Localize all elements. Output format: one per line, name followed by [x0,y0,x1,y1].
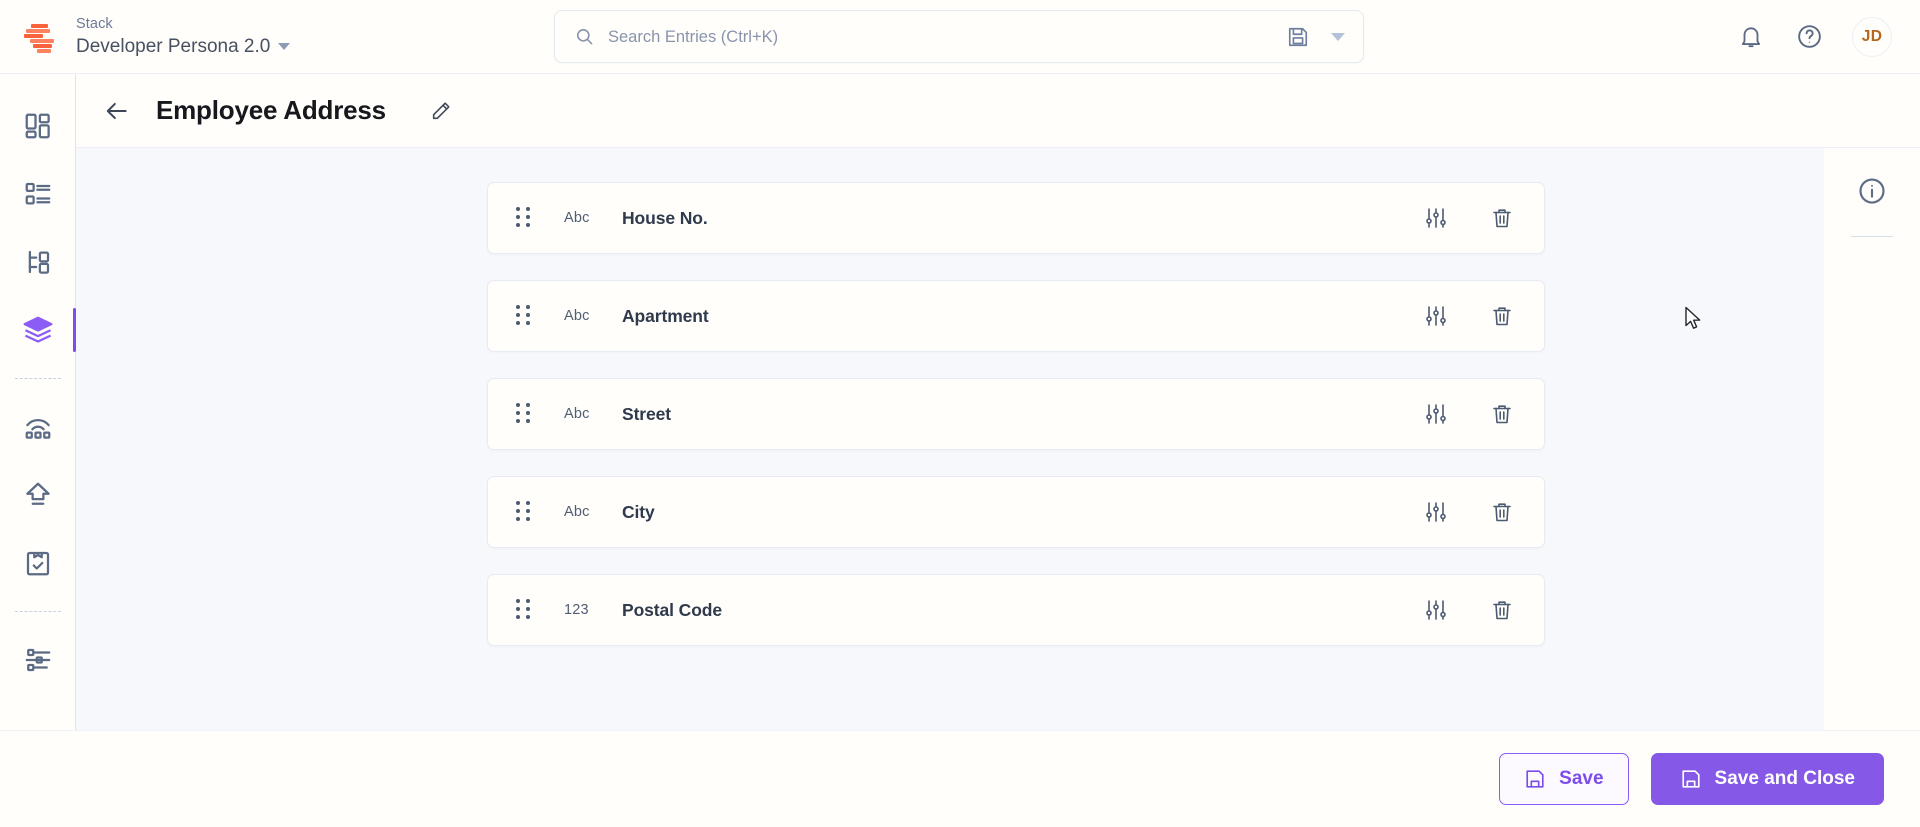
trash-icon[interactable] [1490,402,1514,426]
stack-selector[interactable]: Stack Developer Persona 2.0 [76,15,291,58]
field-type: Abc [564,308,590,324]
dashboard-grid-icon [25,113,50,139]
drag-handle-icon[interactable] [516,501,530,523]
sidebar [0,74,76,730]
right-panel [1824,148,1920,730]
right-panel-divider [1851,236,1893,237]
sliders-icon [25,648,50,672]
search-container: Search Entries (Ctrl+K) [554,10,1364,63]
field-name: Apartment [622,305,709,326]
top-actions: JD [1736,16,1920,57]
drag-handle-icon[interactable] [516,305,530,327]
footer-actions: Save Save and Close [0,730,1920,827]
sidebar-item-content-models[interactable] [0,228,76,296]
contentstack-logo [18,17,58,57]
sidebar-divider-1 [14,378,61,379]
floppy-disk-icon [1526,770,1544,788]
sliders-vertical-icon[interactable] [1424,598,1448,622]
drag-handle-icon[interactable] [516,403,530,425]
field-type: Abc [564,210,590,226]
floppy-disk-icon [1681,770,1700,788]
main-column: Employee Address Abc House No. Abc Apart… [76,74,1920,730]
row-actions [1424,206,1522,230]
save-and-close-button[interactable]: Save and Close [1650,753,1884,805]
trash-icon[interactable] [1490,598,1514,622]
sliders-vertical-icon[interactable] [1424,206,1448,230]
sidebar-divider-2 [14,611,61,612]
field-type: Abc [564,504,590,520]
app-root: Stack Developer Persona 2.0 Search Entri… [0,0,1920,827]
save-button-label: Save [1559,768,1604,789]
stack-name: Developer Persona 2.0 [76,35,271,57]
body: Employee Address Abc House No. Abc Apart… [0,74,1920,730]
sidebar-item-stacks[interactable] [0,296,76,364]
drag-handle-icon[interactable] [516,599,530,621]
help-button[interactable] [1794,22,1824,52]
logo-container[interactable] [0,0,76,74]
sidebar-item-releases[interactable] [0,461,76,529]
field-type: 123 [564,602,589,618]
chevron-down-icon[interactable] [278,42,291,50]
row-actions [1424,598,1522,622]
search-input[interactable]: Search Entries (Ctrl+K) [554,10,1364,63]
sliders-vertical-icon[interactable] [1424,304,1448,328]
saved-views-chevron-down-icon[interactable] [1331,32,1345,41]
help-circle-icon [1797,25,1821,48]
fields-content: Abc House No. Abc Apartment Abc Street A… [76,148,1824,730]
row-actions [1424,304,1522,328]
field-type: Abc [564,406,590,422]
floppy-disk-icon[interactable] [1287,26,1309,48]
sliders-vertical-icon[interactable] [1424,402,1448,426]
trash-icon[interactable] [1490,206,1514,230]
layers-icon [23,316,52,343]
sidebar-item-settings[interactable] [0,626,76,694]
table-row[interactable]: 123 Postal Code [487,574,1545,646]
fields-list: Abc House No. Abc Apartment Abc Street A… [487,182,1545,646]
pencil-icon[interactable] [430,100,452,122]
stack-label: Stack [76,15,113,32]
info-circle-icon[interactable] [1857,176,1887,206]
clipboard-check-icon [26,551,49,576]
table-row[interactable]: Abc House No. [487,182,1545,254]
field-name: City [622,501,655,522]
table-row[interactable]: Abc Apartment [487,280,1545,352]
table-row[interactable]: Abc Street [487,378,1545,450]
notifications-button[interactable] [1736,22,1766,52]
avatar[interactable]: JD [1852,16,1892,57]
trash-icon[interactable] [1490,500,1514,524]
content-row: Abc House No. Abc Apartment Abc Street A… [76,148,1920,730]
sidebar-item-audit-log[interactable] [0,529,76,597]
bell-icon [1741,26,1761,47]
save-button[interactable]: Save [1499,753,1629,805]
field-name: Street [622,403,672,424]
table-row[interactable]: Abc City [487,476,1545,548]
field-name: House No. [622,207,708,228]
sidebar-item-entries[interactable] [0,160,76,228]
search-icon [576,28,593,45]
broadcast-icon [25,418,50,439]
trash-icon[interactable] [1490,304,1514,328]
field-name: Postal Code [622,599,723,620]
arrow-left-icon[interactable] [104,98,130,124]
upload-arrow-icon [25,482,50,505]
top-bar: Stack Developer Persona 2.0 Search Entri… [0,0,1920,74]
row-actions [1424,500,1522,524]
row-actions [1424,402,1522,426]
save-and-close-button-label: Save and Close [1714,768,1855,789]
hierarchy-icon [28,250,49,274]
sidebar-item-dashboard[interactable] [0,92,76,160]
list-icon [25,182,50,205]
search-placeholder: Search Entries (Ctrl+K) [608,27,779,46]
sidebar-item-publish-queue[interactable] [0,393,76,461]
page-title: Employee Address [156,95,386,125]
drag-handle-icon[interactable] [516,207,530,229]
sliders-vertical-icon[interactable] [1424,500,1448,524]
page-header: Employee Address [76,74,1920,148]
